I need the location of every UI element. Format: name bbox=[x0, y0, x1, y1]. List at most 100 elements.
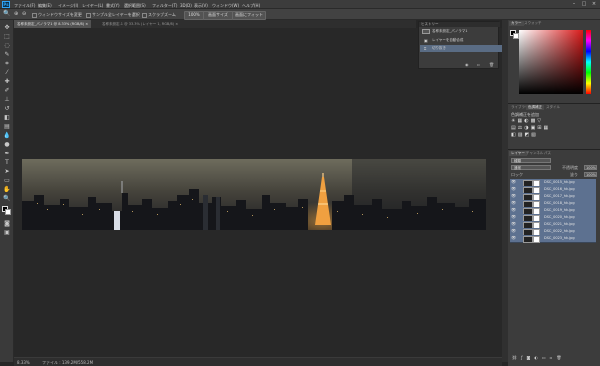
background-color-swatch[interactable] bbox=[5, 209, 11, 215]
type-tool-icon[interactable]: T bbox=[3, 159, 11, 166]
screen-mode-icon[interactable]: ▣ bbox=[3, 229, 11, 236]
eye-icon[interactable]: 👁 bbox=[511, 214, 516, 221]
photoshop-logo: Ps bbox=[2, 1, 10, 8]
zoom-tool-icon[interactable]: 🔍 bbox=[3, 10, 10, 17]
zoom-tool-icon[interactable]: 🔍 bbox=[3, 195, 11, 202]
eraser-tool-icon[interactable]: ◧ bbox=[3, 114, 11, 121]
snapshot-thumbnail bbox=[422, 29, 430, 34]
crop-icon: ⌗ bbox=[424, 46, 427, 51]
tab-paths[interactable]: パス bbox=[542, 151, 553, 156]
zoom-in-icon[interactable]: ⊕ bbox=[14, 11, 18, 17]
eye-icon[interactable]: 👁 bbox=[511, 179, 516, 186]
menu-window[interactable]: ウィンドウ(W) bbox=[212, 3, 239, 9]
tab-panorama-document[interactable]: 名称未設定_パノラマ1 @ 8.33% (RGB/8) × bbox=[14, 20, 92, 28]
menu-image[interactable]: イメージ(I) bbox=[58, 3, 78, 9]
layer-name: DSC_0017_hk.jpg bbox=[544, 194, 575, 198]
zoom-out-icon[interactable]: ⊖ bbox=[22, 11, 26, 17]
quick-select-tool-icon[interactable]: ✎ bbox=[3, 51, 11, 58]
snapshot-label: 名称未設定_パノラマ1 bbox=[432, 29, 468, 33]
eyedropper-tool-icon[interactable]: ⁄ bbox=[3, 69, 11, 76]
layer-name: DSC_0023_hk.jpg bbox=[544, 236, 575, 240]
brush-tool-icon[interactable]: ✐ bbox=[3, 87, 11, 94]
document-info: ファイル : 139.2M/558.2M bbox=[42, 359, 94, 365]
menu-type[interactable]: 書式(Y) bbox=[106, 3, 120, 9]
history-brush-tool-icon[interactable]: ↺ bbox=[3, 105, 11, 112]
menu-3d[interactable]: 3D(D) bbox=[180, 3, 192, 8]
eye-icon[interactable]: 👁 bbox=[511, 193, 516, 200]
zoom-100-button[interactable]: 100% bbox=[184, 11, 204, 20]
scrub-zoom-checkbox[interactable]: スクラブズーム bbox=[142, 12, 176, 18]
fill-screen-button[interactable]: 画面にフィット bbox=[232, 11, 266, 20]
menu-help[interactable]: ヘルプ(H) bbox=[242, 3, 260, 9]
healing-brush-tool-icon[interactable]: ✚ bbox=[3, 78, 11, 85]
marquee-tool-icon[interactable]: ⬚ bbox=[3, 33, 11, 40]
tab-styles[interactable]: スタイル bbox=[544, 105, 562, 110]
maximize-button[interactable]: □ bbox=[580, 1, 588, 8]
blur-tool-icon[interactable]: 💧 bbox=[3, 132, 11, 139]
lock-label: ロック bbox=[511, 172, 523, 177]
crop-tool-icon[interactable]: ⌗ bbox=[3, 60, 11, 67]
history-step-label: レイヤーを自動合成 bbox=[432, 38, 464, 42]
new-snapshot-icon[interactable]: ▫ bbox=[477, 62, 480, 67]
quick-mask-icon[interactable]: ◙ bbox=[3, 220, 11, 227]
menu-select[interactable]: 選択範囲(S) bbox=[124, 3, 146, 9]
opacity-input[interactable]: 100% bbox=[584, 165, 597, 170]
zoom-all-checkbox[interactable]: サンプル全レイヤーを選択 bbox=[86, 12, 140, 18]
layer-filter-select[interactable]: 種類 bbox=[511, 158, 551, 163]
layer-mask-thumbnail bbox=[533, 236, 540, 243]
menu-edit[interactable]: 編集(E) bbox=[38, 3, 52, 9]
menu-filter[interactable]: フィルター(T) bbox=[152, 3, 177, 9]
history-snapshot[interactable]: 名称未設定_パノラマ1 bbox=[420, 28, 511, 35]
adjustments-title: 色調補正を追加 bbox=[511, 112, 539, 117]
pen-tool-icon[interactable]: ✒ bbox=[3, 150, 11, 157]
history-step[interactable]: ⌗ 切り抜き bbox=[420, 45, 511, 52]
layer-name: DSC_0020_hk.jpg bbox=[544, 215, 575, 219]
fill-input[interactable]: 100% bbox=[584, 172, 597, 177]
gradient-tool-icon[interactable]: ▤ bbox=[3, 123, 11, 130]
trash-icon[interactable]: 🗑 bbox=[489, 62, 494, 67]
layer-name: DSC_0015_hk.jpg bbox=[544, 180, 575, 184]
shape-tool-icon[interactable]: ▭ bbox=[3, 177, 11, 184]
lasso-tool-icon[interactable]: ◌ bbox=[3, 42, 11, 49]
layer-row[interactable]: 👁 DSC_0023_hk.jpg bbox=[510, 235, 596, 243]
clone-stamp-tool-icon[interactable]: ⊥ bbox=[3, 96, 11, 103]
layers-footer-icons[interactable]: ⛓ƒ◙◐▭▫🗑 bbox=[512, 355, 565, 360]
history-panel-tab[interactable]: ヒストリー bbox=[419, 22, 500, 27]
options-bar: 🔍 ⊕ ⊖ ウィンドウサイズを変更 サンプル全レイヤーを選択 スクラブズーム 1… bbox=[0, 9, 600, 20]
eye-icon[interactable]: 👁 bbox=[511, 186, 516, 193]
layer-name: DSC_0016_hk.jpg bbox=[544, 187, 575, 191]
blend-mode-select[interactable]: 通常 bbox=[511, 165, 551, 170]
zoom-level[interactable]: 8.33% bbox=[17, 360, 30, 365]
eye-icon[interactable]: 👁 bbox=[511, 207, 516, 214]
hand-tool-icon[interactable]: ✋ bbox=[3, 186, 11, 193]
eye-icon[interactable]: 👁 bbox=[511, 221, 516, 228]
layer-name: DSC_0022_hk.jpg bbox=[544, 229, 575, 233]
history-step[interactable]: ▣ レイヤーを自動合成 bbox=[420, 37, 511, 44]
dodge-tool-icon[interactable]: ● bbox=[3, 141, 11, 148]
menu-view[interactable]: 表示(V) bbox=[194, 3, 208, 9]
minimize-button[interactable]: – bbox=[570, 1, 578, 8]
menu-layer[interactable]: レイヤー(L) bbox=[82, 3, 103, 9]
adjustment-icons-row-2[interactable]: ▤⚖◑▣⊞▦ bbox=[511, 125, 550, 131]
adjustment-icons-row-1[interactable]: ☀▦◐▩▽ bbox=[511, 118, 543, 124]
eye-icon[interactable]: 👁 bbox=[511, 228, 516, 235]
fit-screen-button[interactable]: 画面サイズ bbox=[203, 11, 233, 20]
menu-file[interactable]: ファイル(F) bbox=[14, 3, 35, 9]
tab-adjustments[interactable]: 色調補正 bbox=[526, 105, 544, 110]
eye-icon[interactable]: 👁 bbox=[511, 200, 516, 207]
history-step-label: 切り抜き bbox=[432, 46, 446, 50]
camera-icon[interactable]: ◉ bbox=[465, 62, 469, 67]
tab-untitled-document[interactable]: 名称未設定-1 @ 33.3% (レイヤー 1, RGB/8) × bbox=[99, 20, 181, 28]
adjustment-icons-row-3[interactable]: ◧▨◩▧ bbox=[511, 132, 538, 138]
move-tool-icon[interactable]: ✥ bbox=[3, 24, 11, 31]
resize-windows-checkbox[interactable]: ウィンドウサイズを変更 bbox=[32, 12, 82, 18]
eye-icon[interactable]: 👁 bbox=[511, 235, 516, 242]
tab-swatches[interactable]: スウォッチ bbox=[522, 21, 544, 26]
checkbox-icon bbox=[32, 12, 37, 18]
panorama-image[interactable] bbox=[22, 159, 486, 230]
layer-thumbnail bbox=[523, 236, 533, 243]
path-selection-tool-icon[interactable]: ➤ bbox=[3, 168, 11, 175]
color-picker-field[interactable] bbox=[519, 30, 583, 94]
close-button[interactable]: × bbox=[590, 1, 598, 8]
hue-slider[interactable] bbox=[586, 30, 591, 94]
